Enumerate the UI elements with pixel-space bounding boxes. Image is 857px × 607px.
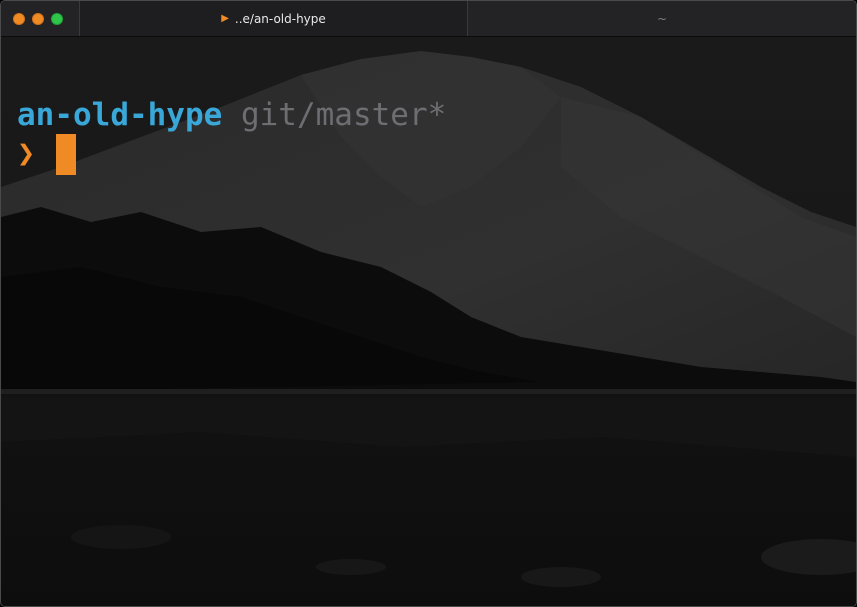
- prompt-line: an-old-hype git/master*: [17, 95, 446, 135]
- title-bar[interactable]: ▶ ..e/an-old-hype ~: [1, 1, 856, 37]
- current-directory: an-old-hype: [17, 97, 223, 133]
- terminal-output[interactable]: an-old-hype git/master* ❯: [1, 37, 856, 606]
- terminal-window: ▶ ..e/an-old-hype ~ an-old-hype git/mast…: [0, 0, 857, 607]
- tab-an-old-hype[interactable]: ▶ ..e/an-old-hype: [79, 1, 468, 36]
- tab-home[interactable]: ~: [468, 1, 856, 36]
- close-button[interactable]: [13, 13, 25, 25]
- prompt-chevron-icon: ❯: [17, 136, 36, 171]
- text-cursor: [56, 133, 77, 175]
- tab-label: ..e/an-old-hype: [234, 11, 326, 26]
- play-arrow-icon: ▶: [221, 13, 229, 24]
- git-branch-status: git/master*: [240, 97, 447, 133]
- zoom-button[interactable]: [51, 13, 63, 25]
- tab-label: ~: [656, 11, 668, 26]
- window-controls: [13, 13, 63, 25]
- minimize-button[interactable]: [32, 13, 44, 25]
- input-line[interactable]: ❯: [17, 133, 77, 175]
